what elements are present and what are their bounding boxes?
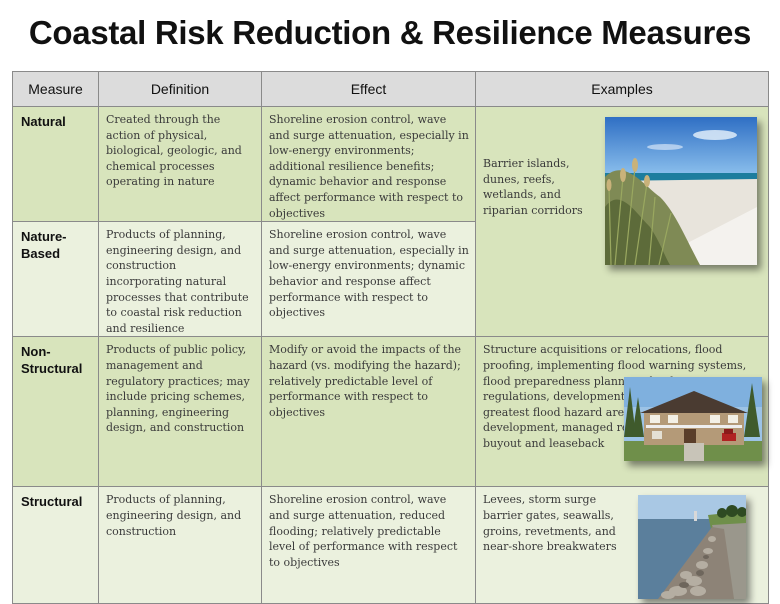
effect-non-structural: Modify or avoid the impacts of the hazar…: [269, 343, 462, 419]
examples-structural-text: Levees, storm surge barrier gates, seawa…: [483, 493, 617, 554]
examples-cell-structural: Levees, storm surge barrier gates, seawa…: [475, 486, 769, 604]
header-definition: Definition: [98, 71, 262, 107]
measure-non-structural: Non-Structural: [21, 344, 83, 377]
header-examples: Examples: [475, 71, 769, 107]
rock-revetment-photo: [638, 495, 746, 600]
header-row: Measure Definition Effect Examples: [12, 71, 769, 107]
header-measure: Measure: [12, 71, 99, 107]
measure-cell: Natural: [12, 105, 99, 223]
effect-cell: Shoreline erosion control, wave and surg…: [261, 221, 476, 338]
table-row: Structural Products of planning, enginee…: [12, 486, 769, 604]
measure-natural: Natural: [21, 114, 66, 129]
elevated-house-photo: [624, 377, 762, 462]
definition-structural: Products of planning, engineering design…: [106, 493, 242, 538]
measure-cell: Structural: [12, 486, 99, 604]
definition-nature-based: Products of planning, engineering design…: [106, 228, 249, 335]
definition-non-structural: Products of public policy, management an…: [106, 343, 250, 435]
effect-structural: Shoreline erosion control, wave and surg…: [269, 493, 458, 569]
measure-cell: Nature-Based: [12, 221, 99, 338]
definition-cell: Products of planning, engineering design…: [98, 486, 262, 604]
examples-natural-text: Barrier islands, dunes, reefs, wetlands,…: [483, 157, 583, 217]
table-row: Non-Structural Products of public policy…: [12, 336, 769, 488]
measure-nature-based: Nature-Based: [21, 229, 67, 262]
measures-table: Measure Definition Effect Examples Natur…: [12, 71, 769, 604]
examples-cell-non-structural: Structure acquisitions or relocations, f…: [475, 336, 769, 488]
page-title: Coastal Risk Reduction & Resilience Meas…: [28, 14, 752, 51]
table-row: Natural Created through the action of ph…: [12, 105, 769, 338]
effect-cell: Shoreline erosion control, wave and surg…: [261, 105, 476, 223]
header-effect: Effect: [261, 71, 476, 107]
effect-natural: Shoreline erosion control, wave and surg…: [269, 113, 469, 220]
definition-cell: Created through the action of physical, …: [98, 105, 262, 223]
examples-cell-natural: Barrier islands, dunes, reefs, wetlands,…: [475, 105, 769, 338]
definition-natural: Created through the action of physical, …: [106, 113, 242, 189]
definition-cell: Products of public policy, management an…: [98, 336, 262, 488]
measure-cell: Non-Structural: [12, 336, 99, 488]
effect-nature-based: Shoreline erosion control, wave and surg…: [269, 228, 469, 320]
beach-dune-photo: [605, 117, 757, 265]
measures-table-container: Measure Definition Effect Examples Natur…: [12, 71, 769, 604]
definition-cell: Products of planning, engineering design…: [98, 221, 262, 338]
measure-structural: Structural: [21, 494, 83, 510]
effect-cell: Modify or avoid the impacts of the hazar…: [261, 336, 476, 488]
effect-cell: Shoreline erosion control, wave and surg…: [261, 486, 476, 604]
